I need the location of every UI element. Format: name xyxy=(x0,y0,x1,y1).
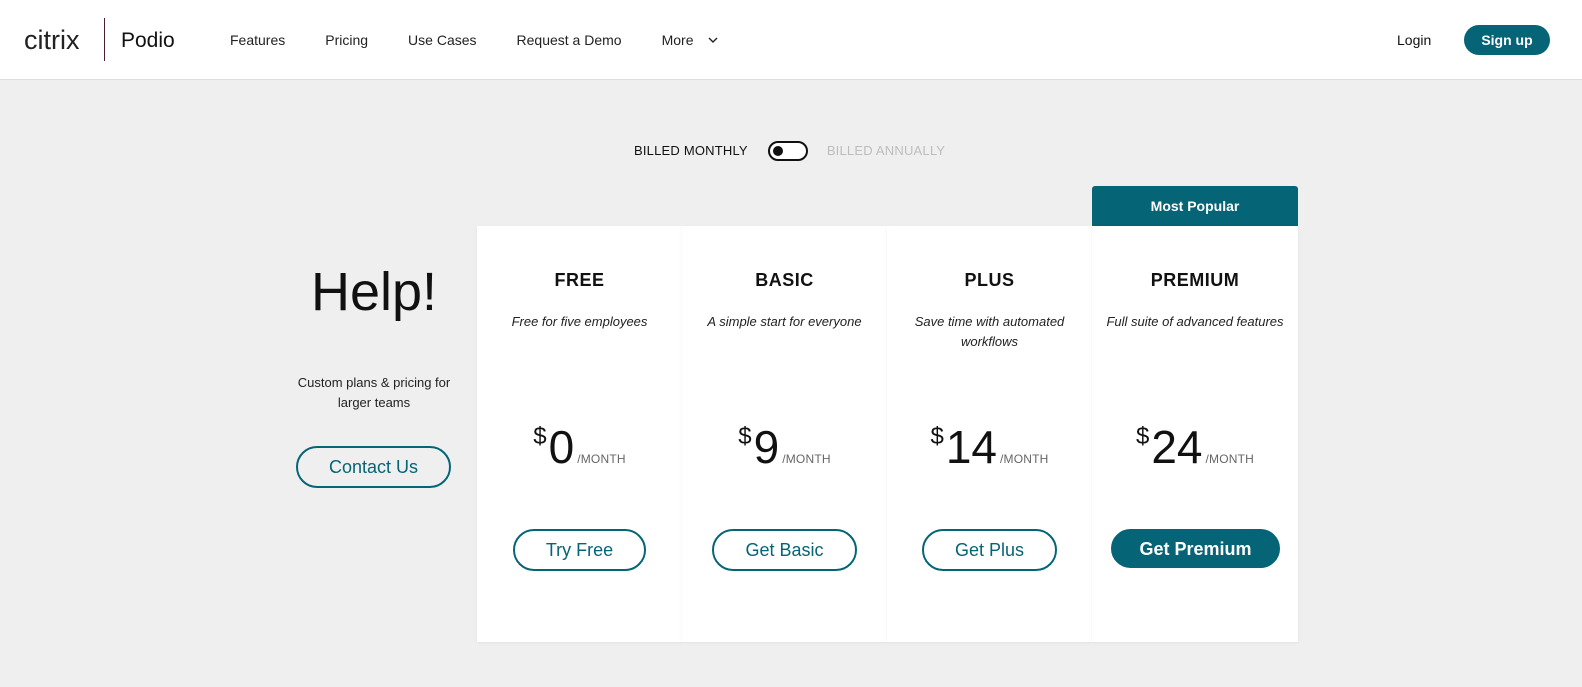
plan-price: $ 24 /MONTH xyxy=(1092,422,1298,472)
price-period: /MONTH xyxy=(782,452,831,466)
logo-divider xyxy=(104,18,105,61)
nav-request-demo[interactable]: Request a Demo xyxy=(517,30,622,50)
chevron-down-icon xyxy=(708,37,718,43)
price-amount: 9 xyxy=(753,421,780,473)
signup-button[interactable]: Sign up xyxy=(1464,25,1550,55)
price-currency: $ xyxy=(738,423,752,450)
price-currency: $ xyxy=(533,423,547,450)
nav-more[interactable]: More xyxy=(662,30,720,50)
help-title: Help! xyxy=(310,262,438,322)
get-premium-button[interactable]: Get Premium xyxy=(1111,529,1280,568)
citrix-logo[interactable]: citrix xyxy=(24,24,80,56)
nav-use-cases[interactable]: Use Cases xyxy=(408,30,476,50)
get-plus-button[interactable]: Get Plus xyxy=(922,529,1057,571)
price-currency: $ xyxy=(1135,423,1150,450)
plan-tagline: Save time with automated workflows xyxy=(914,314,1065,349)
price-amount: 0 xyxy=(548,421,575,473)
plan-card-plus: PLUS Save time with automated workflows … xyxy=(887,226,1092,642)
most-popular-badge: Most Popular xyxy=(1092,186,1298,226)
login-link[interactable]: Login xyxy=(1397,30,1431,50)
site-header: citrix Podio Features Pricing Use Cases … xyxy=(0,0,1582,80)
nav-pricing[interactable]: Pricing xyxy=(325,30,368,50)
plan-name: BASIC xyxy=(755,270,814,290)
plan-tagline: A simple start for everyone xyxy=(707,314,862,329)
plan-card-premium: PREMIUM Full suite of advanced features … xyxy=(1092,226,1298,642)
help-description: Custom plans & pricing for larger teams xyxy=(297,375,451,410)
nav-features[interactable]: Features xyxy=(230,30,285,50)
podio-logo[interactable]: Podio xyxy=(121,27,175,55)
nav-more-label: More xyxy=(661,32,694,48)
plan-name: PREMIUM xyxy=(1150,270,1240,290)
get-basic-button[interactable]: Get Basic xyxy=(712,529,857,571)
billing-annually-label[interactable]: BILLED ANNUALLY xyxy=(827,141,945,161)
toggle-knob xyxy=(772,146,783,156)
billing-monthly-label[interactable]: BILLED MONTHLY xyxy=(634,141,748,161)
plan-card-free: FREE Free for five employees $ 0 /MONTH … xyxy=(477,226,682,642)
price-period: /MONTH xyxy=(577,452,626,466)
plan-tagline: Full suite of advanced features xyxy=(1106,314,1284,329)
plan-price: $ 9 /MONTH xyxy=(682,422,887,472)
price-currency: $ xyxy=(930,423,944,450)
plan-name: FREE xyxy=(554,270,605,290)
try-free-button[interactable]: Try Free xyxy=(513,529,646,571)
plan-card-basic: BASIC A simple start for everyone $ 9 /M… xyxy=(682,226,887,642)
price-period: /MONTH xyxy=(1000,452,1049,466)
plan-name: PLUS xyxy=(964,270,1015,290)
billing-toggle-switch[interactable] xyxy=(767,141,808,161)
billing-toggle-group: BILLED MONTHLY BILLED ANNUALLY xyxy=(634,141,945,161)
main-nav: Features Pricing Use Cases Request a Dem… xyxy=(230,30,719,50)
price-amount: 14 xyxy=(945,421,997,473)
contact-us-button[interactable]: Contact Us xyxy=(296,446,451,488)
plan-price: $ 14 /MONTH xyxy=(887,422,1092,472)
price-amount: 24 xyxy=(1151,421,1203,473)
price-period: /MONTH xyxy=(1205,452,1255,466)
plan-tagline: Free for five employees xyxy=(511,314,648,329)
plan-price: $ 0 /MONTH xyxy=(477,422,682,472)
